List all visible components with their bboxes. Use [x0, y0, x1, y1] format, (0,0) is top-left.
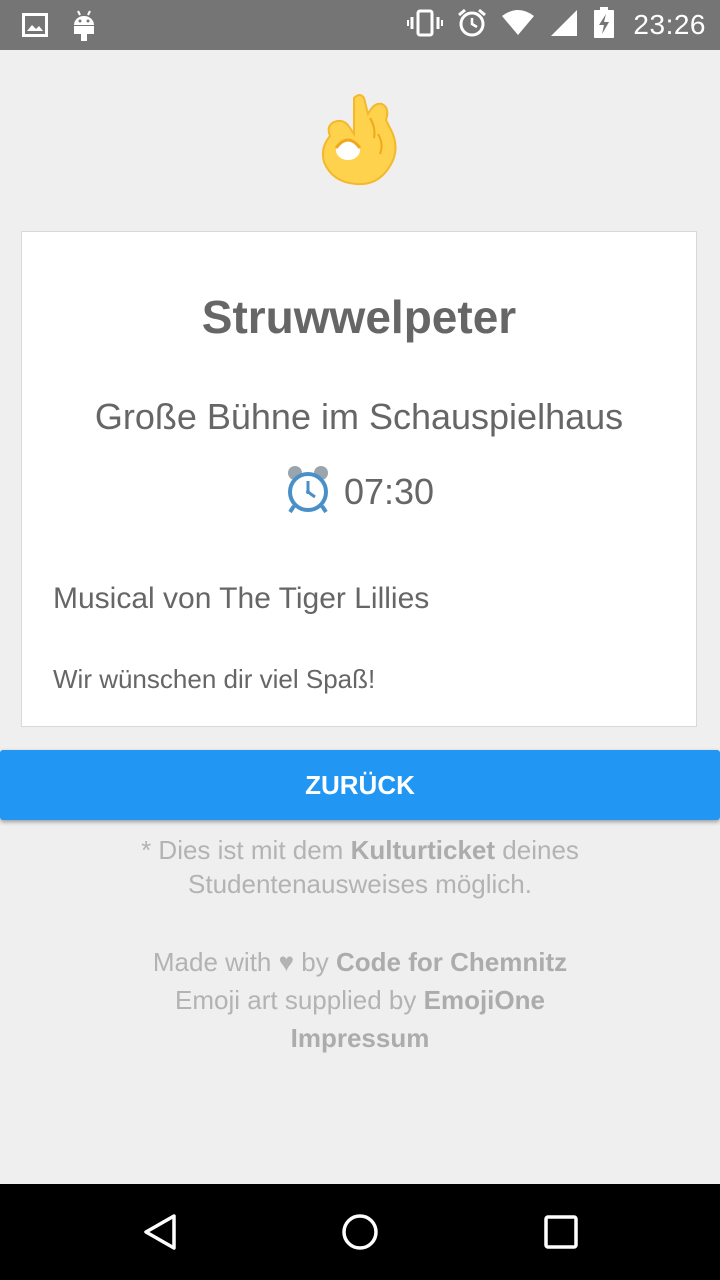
nav-bar: [0, 1184, 720, 1280]
event-time-row: 07:30: [22, 464, 696, 519]
event-card: Struwwelpeter Große Bühne im Schauspielh…: [21, 231, 697, 727]
status-icons: 23:26: [407, 0, 706, 50]
status-time: 23:26: [633, 9, 706, 40]
event-title: Struwwelpeter: [201, 291, 517, 343]
credits-emoji-line: Emoji art supplied by EmojiOne: [60, 981, 660, 1019]
alarm-clock-emoji-icon: [284, 464, 332, 519]
vibrate-icon: [407, 9, 444, 42]
home-circle-icon[interactable]: [340, 1212, 380, 1252]
footnote-prefix: * Dies ist mit dem: [141, 835, 344, 865]
credits: Made with ♥ by Code for Chemnitz Emoji a…: [60, 943, 660, 1057]
image-icon: [22, 13, 48, 42]
event-venue: Große Bühne im Schauspielhaus: [94, 396, 624, 437]
made-with-text: Made with: [152, 947, 272, 977]
event-description: Musical von The Tiger Lillies: [53, 582, 430, 615]
app-content: Struwwelpeter Große Bühne im Schauspielh…: [0, 50, 720, 1184]
cell-signal-icon: [549, 9, 579, 42]
impressum-link[interactable]: Impressum: [291, 1023, 430, 1053]
footnote: * Dies ist mit dem Kulturticket deines S…: [60, 833, 660, 901]
emoji-art-text: Emoji art supplied by: [175, 985, 417, 1015]
alarm-icon: [457, 8, 487, 43]
ok-hand-emoji-icon: [320, 92, 400, 188]
event-wish: Wir wünschen dir viel Spaß!: [53, 664, 376, 694]
by-text: by: [301, 947, 329, 977]
code-for-chemnitz-link[interactable]: Code for Chemnitz: [336, 947, 567, 977]
credits-impressum-line: Impressum: [60, 1019, 660, 1057]
credits-made-with-line: Made with ♥ by Code for Chemnitz: [60, 943, 660, 981]
battery-charging-icon: [593, 6, 615, 44]
recents-square-icon[interactable]: [541, 1212, 581, 1252]
wifi-icon: [501, 9, 535, 41]
status-bar: 23:26: [0, 0, 720, 50]
emojione-link[interactable]: EmojiOne: [424, 985, 545, 1015]
heart-icon: ♥: [278, 947, 295, 977]
back-triangle-icon[interactable]: [140, 1212, 180, 1252]
android-icon: [72, 9, 96, 46]
event-time: 07:30: [343, 470, 435, 512]
footnote-kulturticket: Kulturticket: [350, 835, 496, 865]
back-button[interactable]: ZURÜCK: [0, 750, 720, 820]
